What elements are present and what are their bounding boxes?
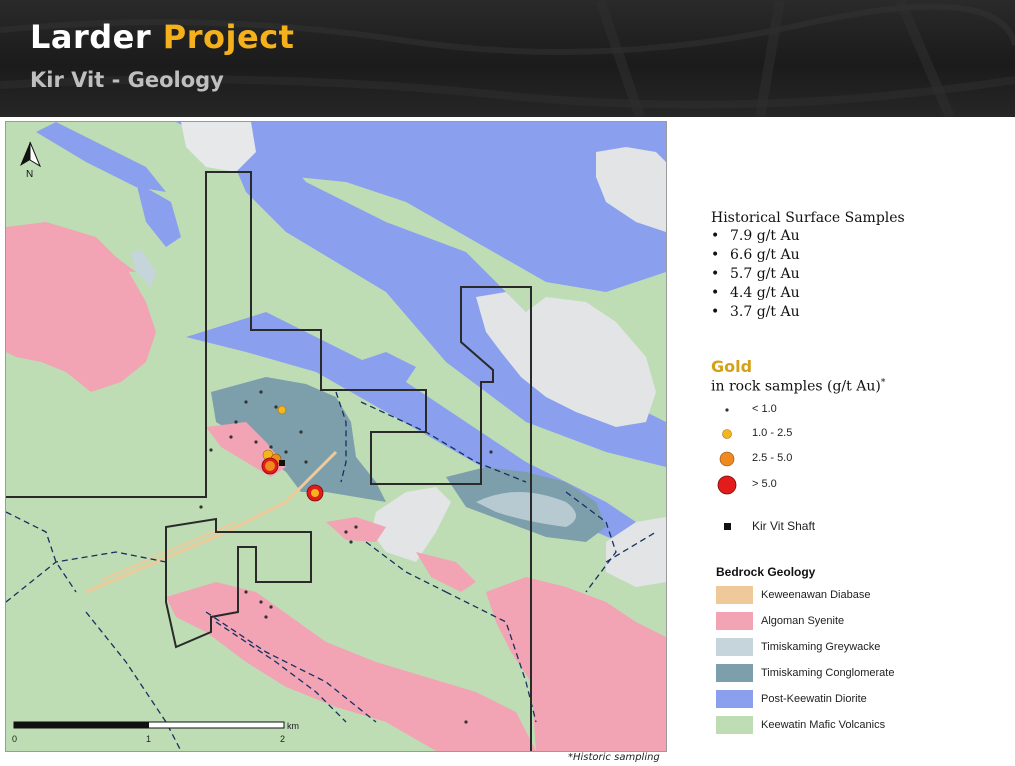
- bullet: •: [711, 304, 720, 320]
- scale-unit: km: [287, 721, 299, 731]
- list-item: • 7.9 g/t Au: [711, 227, 905, 246]
- sample-point: [254, 440, 258, 444]
- list-item: • 3.7 g/t Au: [711, 303, 905, 322]
- legend-item-diabase: Keweenawan Diabase: [716, 586, 956, 606]
- sample-point: [259, 390, 263, 394]
- gold-legend-subtitle-text: in rock samples (g/t Au): [711, 378, 881, 395]
- sample-point: [274, 405, 278, 409]
- legend-label: Keweenawan Diabase: [761, 589, 871, 601]
- sample-point: [354, 525, 358, 529]
- sample-point: [304, 460, 308, 464]
- legend-label: Keewatin Mafic Volcanics: [761, 719, 886, 731]
- gold-legend-subtitle: in rock samples (g/t Au)*: [711, 378, 885, 395]
- legend-item-2-5-5: 2.5 - 5.0: [711, 449, 971, 469]
- sample-point: [244, 400, 248, 404]
- legend-label: < 1.0: [752, 403, 777, 415]
- dot-small-icon: [725, 408, 729, 412]
- footnote: *Historic sampling: [568, 752, 660, 763]
- swatch-mafic: [716, 716, 753, 734]
- legend-item-diorite: Post-Keewatin Diorite: [716, 690, 956, 710]
- swatch-diorite: [716, 690, 753, 708]
- historical-samples-list: • 7.9 g/t Au • 6.6 g/t Au • 5.7 g/t Au • 4.4…: [711, 227, 905, 322]
- dot-red-icon: [717, 475, 737, 495]
- historical-samples: Historical Surface Samples • 7.9 g/t Au •…: [711, 210, 905, 322]
- swatch-greywacke: [716, 638, 753, 656]
- dot-orange-icon: [719, 451, 735, 467]
- sample-point: [199, 505, 203, 509]
- legend-item-greywacke: Timiskaming Greywacke: [716, 638, 956, 658]
- sample-value: 3.7 g/t Au: [730, 304, 800, 320]
- bullet: •: [711, 285, 720, 301]
- historical-samples-heading: Historical Surface Samples: [711, 210, 905, 226]
- legend-label: Post-Keewatin Diorite: [761, 693, 867, 705]
- swatch-conglomerate: [716, 664, 753, 682]
- legend-label: Kir Vit Shaft: [752, 519, 816, 533]
- swatch-diabase: [716, 586, 753, 604]
- sample-value: 5.7 g/t Au: [730, 266, 800, 282]
- legend-item-shaft: Kir Vit Shaft: [711, 516, 971, 536]
- page-title: Larder Project: [30, 18, 294, 56]
- sample-point: [284, 450, 288, 454]
- scale-tick-0: 0: [12, 734, 17, 744]
- sample-point: [349, 540, 353, 544]
- sample-point: [265, 461, 275, 471]
- bullet: •: [711, 228, 720, 244]
- page-subtitle: Kir Vit - Geology: [30, 68, 224, 92]
- sample-point: [299, 430, 303, 434]
- sample-value: 6.6 g/t Au: [730, 247, 800, 263]
- bullet: •: [711, 266, 720, 282]
- legend-label: 2.5 - 5.0: [752, 452, 793, 464]
- sample-point: [229, 435, 233, 439]
- gold-legend-footnote-mark: *: [880, 378, 886, 388]
- bedrock-geology-title: Bedrock Geology: [716, 565, 816, 579]
- sample-point: [269, 445, 273, 449]
- sample-value: 7.9 g/t Au: [730, 228, 800, 244]
- bullet: •: [711, 247, 720, 263]
- list-item: • 5.7 g/t Au: [711, 265, 905, 284]
- legend-item-syenite: Algoman Syenite: [716, 612, 956, 632]
- header-banner: Larder Project Kir Vit - Geology: [0, 0, 1015, 117]
- map-canvas: N km 0 1 2: [6, 122, 666, 751]
- sample-point: [464, 720, 468, 724]
- sample-point: [234, 420, 238, 424]
- scale-tick-2: 2: [280, 734, 285, 744]
- north-label: N: [26, 169, 33, 180]
- title-part-1: Larder: [30, 18, 152, 56]
- legend-label: Timiskaming Greywacke: [761, 641, 881, 653]
- sample-point: [344, 530, 348, 534]
- legend-label: 1.0 - 2.5: [752, 427, 793, 439]
- title-part-2: Project: [162, 18, 295, 56]
- legend-item-conglomerate: Timiskaming Conglomerate: [716, 664, 956, 684]
- swatch-syenite: [716, 612, 753, 630]
- kir-vit-shaft: [279, 460, 285, 466]
- dot-yellow-icon: [722, 429, 732, 439]
- sample-point: [259, 600, 263, 604]
- legend-item-1-2-5: 1.0 - 2.5: [711, 424, 971, 444]
- sample-value: 4.4 g/t Au: [730, 285, 800, 301]
- sample-point: [209, 448, 213, 452]
- sample-point: [244, 590, 248, 594]
- shaft-icon: [724, 523, 731, 530]
- sample-point: [489, 450, 493, 454]
- scale-tick-1: 1: [146, 734, 151, 744]
- geology-map: N km 0 1 2: [5, 121, 667, 752]
- list-item: • 6.6 g/t Au: [711, 246, 905, 265]
- legend-item-lt-1: < 1.0: [711, 400, 971, 420]
- list-item: • 4.4 g/t Au: [711, 284, 905, 303]
- legend-item-mafic: Keewatin Mafic Volcanics: [716, 716, 956, 736]
- sample-point: [311, 489, 319, 497]
- legend-item-gt-5: > 5.0: [711, 475, 971, 495]
- legend-label: Timiskaming Conglomerate: [761, 667, 895, 679]
- gold-legend-title: Gold: [711, 357, 753, 376]
- legend-label: Algoman Syenite: [761, 615, 845, 627]
- sample-point: [269, 605, 273, 609]
- legend-label: > 5.0: [752, 478, 777, 490]
- sample-point: [277, 405, 287, 415]
- sample-point: [264, 615, 268, 619]
